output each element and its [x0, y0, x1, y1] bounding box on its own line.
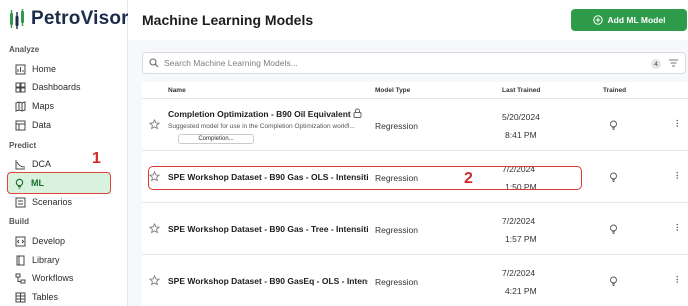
book-icon — [15, 255, 26, 266]
sidebar-item-label: Data — [32, 120, 52, 130]
more-options-icon[interactable]: ⋮ — [673, 170, 682, 181]
dashboard-icon — [15, 82, 26, 93]
annotation-number-1: 1 — [92, 150, 101, 167]
data-icon — [15, 120, 26, 131]
column-last-trained[interactable]: Last Trained — [502, 87, 540, 94]
star-icon[interactable] — [149, 275, 160, 286]
lightbulb-icon — [610, 276, 617, 287]
model-name[interactable]: SPE Workshop Dataset - B90 Gas - Tree - … — [168, 224, 368, 234]
sidebar-item-workflows[interactable]: Workflows — [9, 269, 109, 287]
column-name[interactable]: Name — [168, 87, 186, 94]
more-options-icon[interactable]: ⋮ — [673, 274, 682, 285]
sidebar-item-label: Workflows — [32, 273, 74, 283]
sidebar-item-home[interactable]: Home — [9, 60, 109, 78]
page-header: Machine Learning Models Add ML Model — [128, 0, 688, 40]
last-trained-date: 5/20/2024 — [502, 112, 540, 122]
star-icon[interactable] — [149, 223, 160, 234]
filter-icon[interactable] — [668, 58, 679, 68]
last-trained-time: 8:41 PM — [505, 130, 537, 140]
sidebar-item-label: Develop — [32, 236, 66, 246]
main-content: Machine Learning Models Add ML Model 4 N… — [128, 0, 688, 306]
sidebar-item-label: Home — [32, 64, 57, 74]
app-logo[interactable]: PetroVisor — [9, 7, 129, 31]
app-name: PetroVisor — [31, 8, 129, 29]
tag-chip[interactable]: Completion... — [178, 134, 254, 144]
model-description: Suggested model for use in the Completio… — [168, 123, 355, 130]
model-type: Regression — [375, 225, 418, 235]
sidebar-item-library[interactable]: Library — [9, 251, 109, 269]
lightbulb-icon — [610, 224, 617, 235]
add-ml-model-label: Add ML Model — [607, 15, 666, 25]
lightbulb-icon — [610, 172, 617, 183]
lock-icon — [353, 108, 362, 118]
last-trained-date: 7/2/2024 — [502, 216, 536, 226]
search-bar: 4 — [142, 52, 686, 74]
code-icon — [15, 236, 26, 247]
sidebar-item-label: Scenarios — [32, 197, 73, 207]
last-trained-time: 4:21 PM — [505, 286, 537, 296]
table-row[interactable]: Completion Optimization - B90 Oil Equiva… — [142, 99, 688, 151]
add-ml-model-button[interactable]: Add ML Model — [571, 9, 687, 31]
home-icon — [15, 64, 26, 75]
search-icon — [149, 58, 159, 68]
section-build: Build — [9, 217, 29, 226]
annotation-number-2: 2 — [464, 170, 473, 187]
page-title: Machine Learning Models — [142, 12, 314, 28]
sidebar-item-tables[interactable]: Tables — [9, 288, 109, 306]
sidebar-item-ml[interactable]: ML — [7, 172, 111, 194]
table-row[interactable]: SPE Workshop Dataset - B90 GasEq - OLS -… — [142, 255, 688, 306]
annotation-highlight-box — [148, 166, 582, 190]
sidebar-item-maps[interactable]: Maps — [9, 97, 109, 115]
plus-circle-icon — [592, 15, 603, 25]
search-input[interactable] — [164, 58, 624, 68]
more-options-icon[interactable]: ⋮ — [673, 118, 682, 129]
section-analyze: Analyze — [9, 45, 40, 54]
sidebar-item-label: Tables — [32, 292, 59, 302]
column-trained[interactable]: Trained — [603, 87, 626, 94]
sidebar: PetroVisor Analyze Home Dashboards Maps … — [0, 0, 129, 306]
lightbulb-icon — [14, 178, 25, 189]
star-icon[interactable] — [149, 119, 160, 130]
scenario-icon — [15, 197, 26, 208]
sidebar-item-dashboards[interactable]: Dashboards — [9, 78, 109, 96]
table-row[interactable]: SPE Workshop Dataset - B90 Gas - Tree - … — [142, 203, 688, 255]
sidebar-item-data[interactable]: Data — [9, 116, 109, 134]
logo-icon — [10, 9, 24, 29]
lightbulb-icon — [610, 120, 617, 131]
table-icon — [15, 292, 26, 303]
chart-icon — [15, 159, 26, 170]
last-trained-time: 1:57 PM — [505, 234, 537, 244]
sidebar-item-scenarios[interactable]: Scenarios — [9, 193, 109, 211]
workflow-icon — [15, 273, 26, 284]
column-model-type[interactable]: Model Type — [375, 87, 410, 94]
models-table: Name Model Type Last Trained Trained Com… — [142, 82, 688, 306]
sidebar-item-label: DCA — [32, 159, 52, 169]
sidebar-item-label: Maps — [32, 101, 55, 111]
more-options-icon[interactable]: ⋮ — [673, 222, 682, 233]
sidebar-item-label: Library — [32, 255, 60, 265]
section-predict: Predict — [9, 141, 37, 150]
sidebar-item-label: ML — [31, 178, 44, 188]
model-name[interactable]: SPE Workshop Dataset - B90 GasEq - OLS -… — [168, 276, 368, 286]
table-header: Name Model Type Last Trained Trained — [142, 82, 688, 99]
last-trained-date: 7/2/2024 — [502, 268, 536, 278]
map-icon — [15, 100, 26, 112]
result-count-badge: 4 — [651, 59, 661, 69]
model-name[interactable]: Completion Optimization - B90 Oil Equiva… — [168, 109, 364, 119]
sidebar-item-label: Dashboards — [32, 82, 81, 92]
sidebar-item-develop[interactable]: Develop — [9, 232, 109, 250]
model-type: Regression — [375, 121, 418, 131]
model-type: Regression — [375, 277, 418, 287]
